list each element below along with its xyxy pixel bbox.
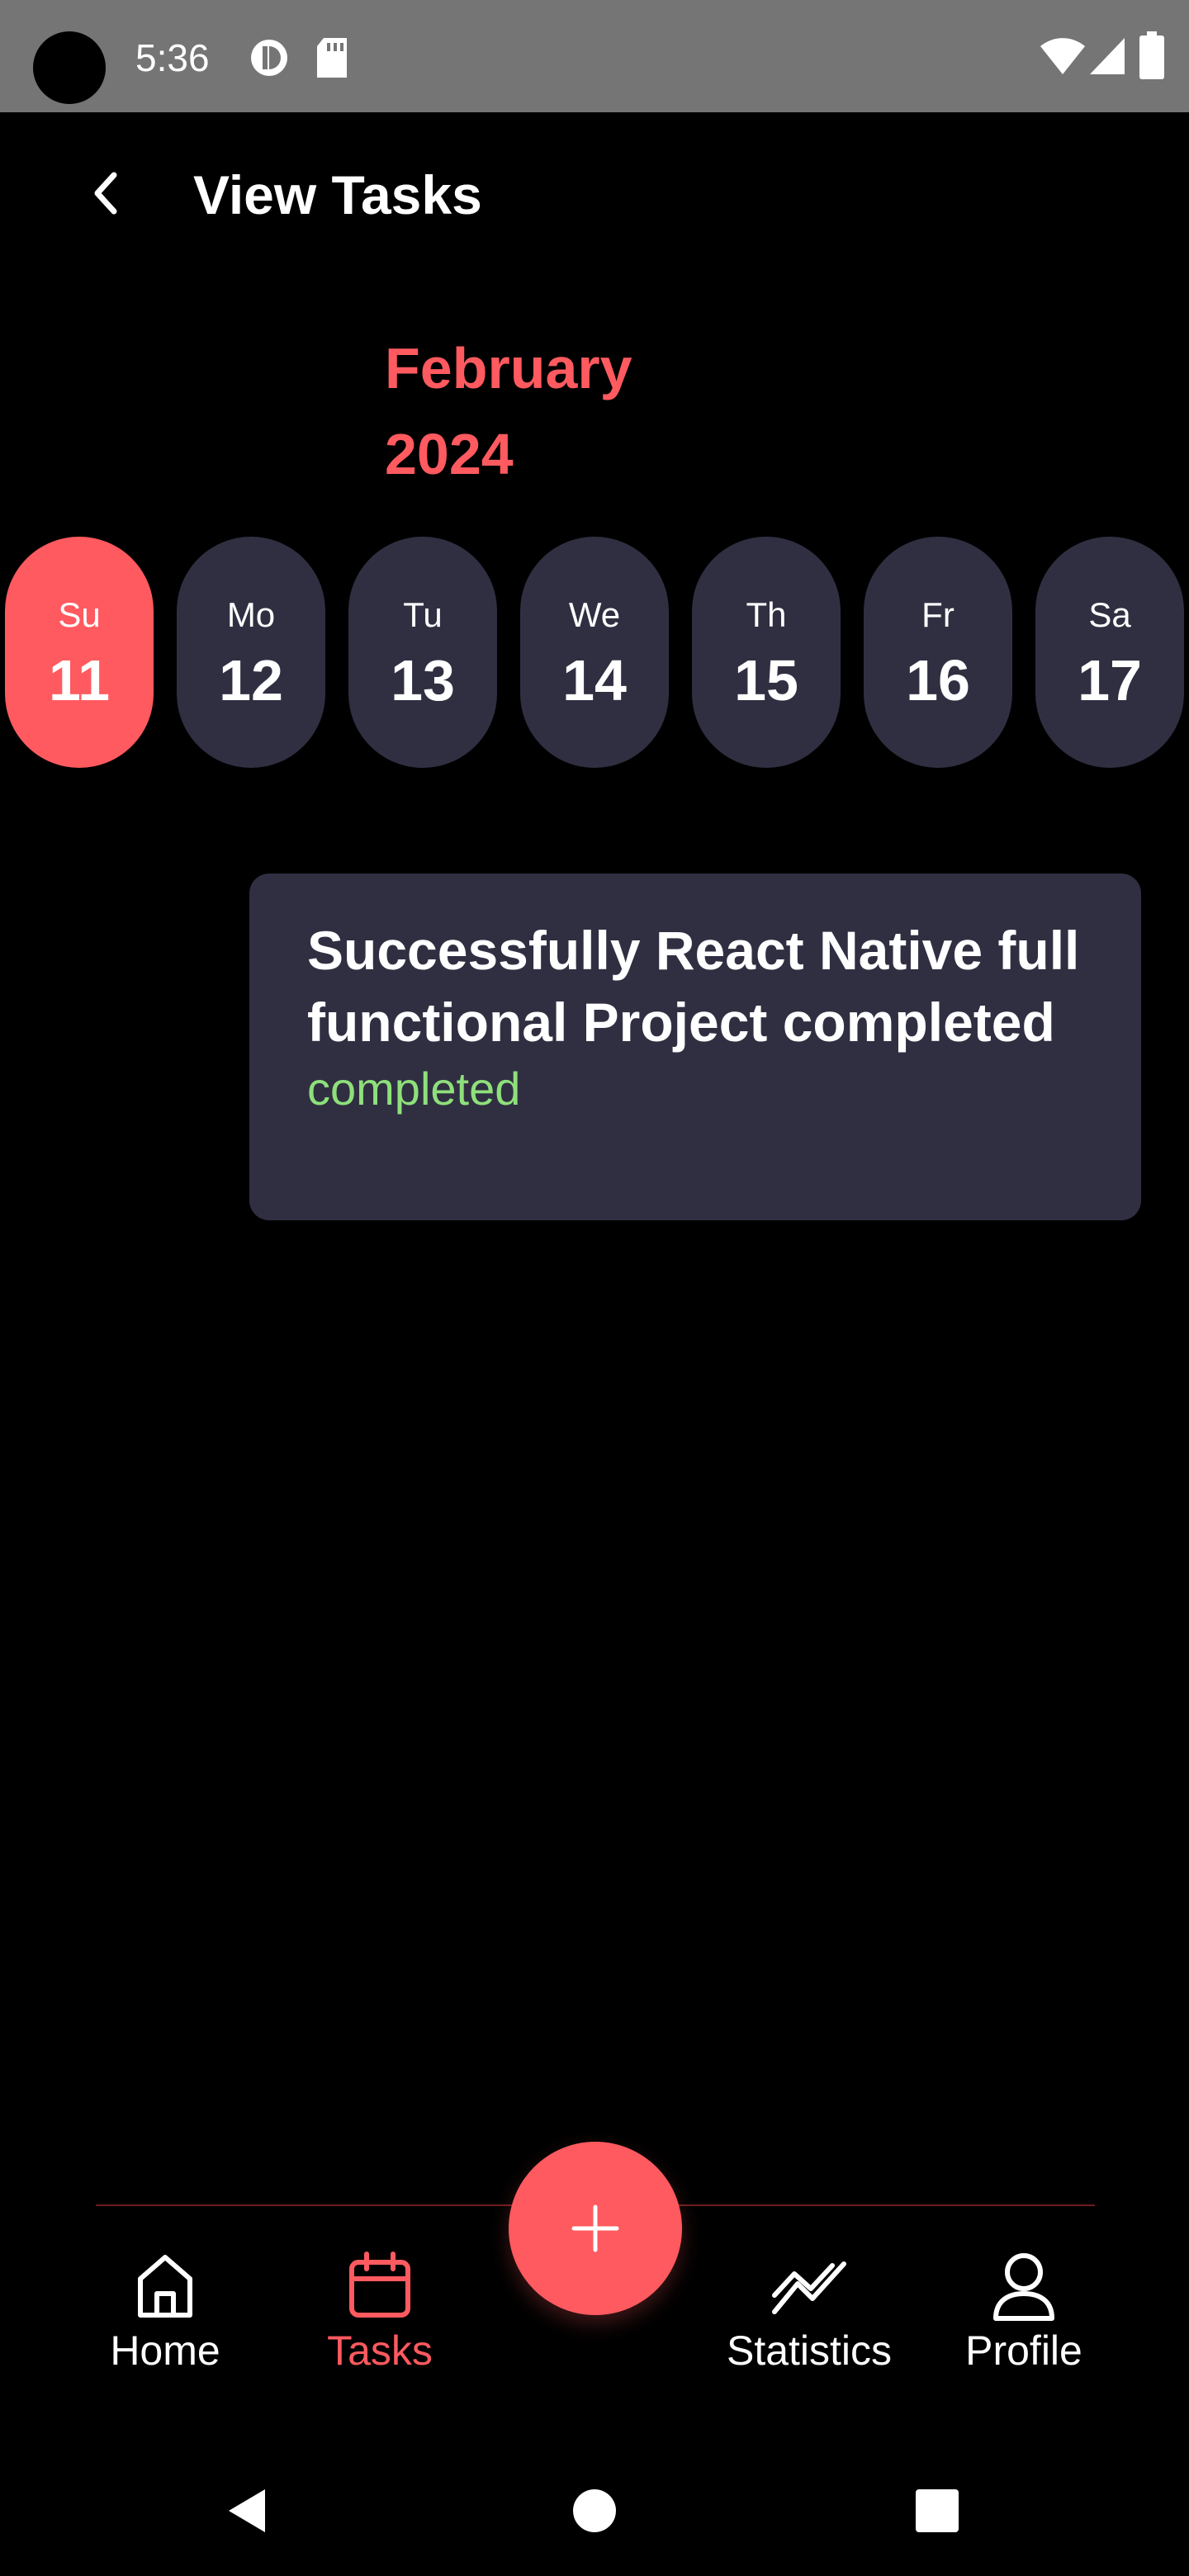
day-number: 11 [49,648,110,713]
day-name: Mo [226,595,276,634]
day-name: Th [746,595,787,634]
day-selector: Su 11 Mo 12 Tu 13 We 14 Th 15 Fr 16 Sa 1… [5,537,1189,769]
notification-app-icon [251,40,287,76]
chevron-left-icon [94,172,117,215]
circle-home-icon [573,2489,616,2532]
calendar-icon [349,2252,410,2318]
day-pill-monday[interactable]: Mo 12 [177,537,325,768]
system-back-button[interactable] [211,2474,286,2548]
nav-item-statistics[interactable]: Statistics [710,2246,908,2376]
day-name: We [568,595,621,634]
day-name: Tu [403,595,443,634]
day-number: 14 [562,648,627,713]
add-task-button[interactable] [509,2142,682,2315]
statistics-icon [772,2261,846,2314]
day-name: Su [58,595,101,634]
task-title: Successfully React Native full functiona… [307,920,1080,1053]
wifi-icon [1040,38,1085,74]
camera-cutout [33,31,106,104]
system-home-button[interactable] [557,2474,632,2548]
day-number: 15 [734,648,798,713]
nav-label-profile: Profile [965,2327,1082,2374]
task-status: completed [307,1063,521,1115]
month-year-label: February 2024 [385,325,715,497]
profile-icon [993,2253,1054,2321]
day-name: Fr [921,595,955,634]
year-label: 2024 [385,422,514,486]
nav-label-home: Home [110,2327,220,2374]
status-time: 5:36 [135,36,210,79]
page-title: View Tasks [193,164,482,225]
nav-label-statistics: Statistics [726,2327,893,2374]
nav-item-tasks[interactable]: Tasks [281,2246,479,2376]
day-pill-wednesday[interactable]: We 14 [520,537,669,768]
day-pill-friday[interactable]: Fr 16 [864,537,1012,768]
nav-label-tasks: Tasks [327,2327,433,2374]
nav-item-profile[interactable]: Profile [925,2246,1123,2376]
system-recents-button[interactable] [900,2474,974,2548]
day-number: 17 [1078,648,1142,713]
square-recents-icon [916,2489,959,2532]
day-name: Sa [1088,595,1131,634]
triangle-back-icon [229,2489,265,2532]
task-card[interactable]: Successfully React Native full functiona… [249,874,1141,1220]
home-icon [138,2255,192,2318]
nav-item-home[interactable]: Home [66,2246,264,2376]
day-pill-sunday[interactable]: Su 11 [5,537,154,768]
day-number: 13 [391,648,455,713]
system-navigation-bar [0,2444,1189,2576]
sd-card-icon [317,38,347,78]
cellular-signal-icon [1090,38,1125,74]
day-pill-thursday[interactable]: Th 15 [692,537,841,768]
day-number: 16 [906,648,970,713]
plus-icon [571,2204,619,2252]
day-pill-tuesday[interactable]: Tu 13 [348,537,497,768]
day-number: 12 [219,648,283,713]
day-pill-saturday[interactable]: Sa 17 [1035,537,1184,768]
battery-icon [1139,31,1164,79]
month-label: February [385,336,632,400]
back-button[interactable] [79,162,132,225]
status-bar: 5:36 [0,0,1189,112]
